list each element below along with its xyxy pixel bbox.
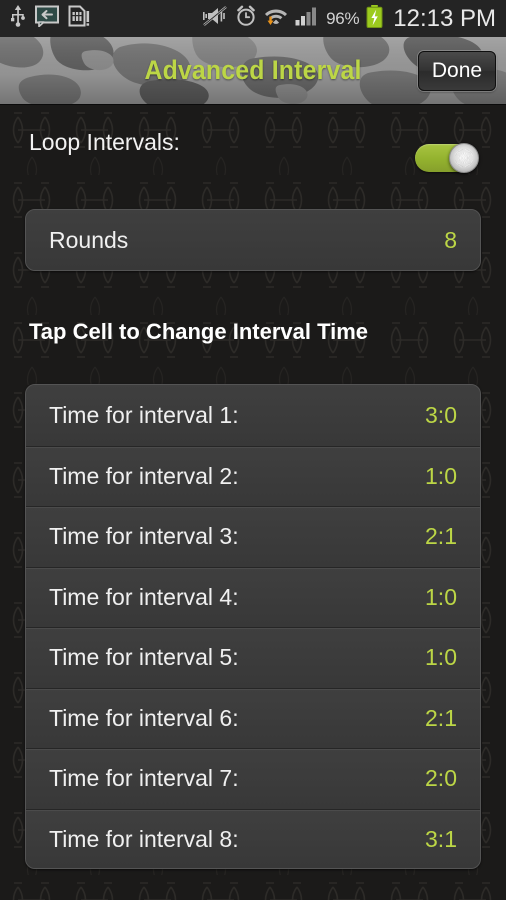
usb-icon [10,5,26,32]
battery-charging-icon [366,4,383,33]
rounds-cell-group: Rounds 8 [25,209,481,271]
sim-card-icon [68,5,90,32]
interval-value: 2:1 [425,704,457,731]
interval-value: 2:0 [425,765,457,792]
status-bar: 96% 12:13 PM [0,0,506,37]
interval-label: Time for interval 6: [49,704,239,731]
signal-bars-icon [295,5,319,32]
interval-row-3[interactable]: Time for interval 3: 2:1 [26,506,480,567]
interval-value: 1:0 [425,583,457,610]
interval-value: 2:1 [425,523,457,550]
status-bar-left-icons [10,5,90,32]
interval-label: Time for interval 3: [49,523,239,550]
mute-vibrate-off-icon [202,5,228,32]
rounds-label: Rounds [49,226,129,253]
interval-value: 1:0 [425,462,457,489]
interval-row-5[interactable]: Time for interval 5: 1:0 [26,627,480,688]
section-heading: Tap Cell to Change Interval Time [29,319,369,344]
interval-label: Time for interval 5: [49,644,239,671]
loop-intervals-row: Loop Intervals: [0,121,506,173]
rounds-value: 8 [444,226,457,253]
interval-row-1[interactable]: Time for interval 1: 3:0 [26,385,480,446]
interval-value: 3:1 [425,825,457,852]
interval-label: Time for interval 8: [49,825,239,852]
status-bar-clock: 12:13 PM [393,4,496,32]
loop-intervals-label: Loop Intervals: [29,129,180,155]
interval-label: Time for interval 4: [49,583,239,610]
done-button[interactable]: Done [418,51,496,91]
interval-value: 3:0 [425,401,457,428]
interval-label: Time for interval 1: [49,401,239,428]
main-content: Loop Intervals: Rounds 8 Tap Cell to Cha… [0,105,506,900]
loop-intervals-toggle[interactable] [415,143,479,173]
toggle-knob [449,143,479,173]
interval-value: 1:0 [425,644,457,671]
page-title: Advanced Interval [144,55,362,85]
rounds-cell[interactable]: Rounds 8 [26,210,480,270]
status-bar-right-icons: 96% 12:13 PM [202,4,498,33]
interval-label: Time for interval 7: [49,765,239,792]
interval-row-8[interactable]: Time for interval 8: 3:1 [26,808,480,868]
sms-reply-icon [35,5,59,32]
battery-percent-label: 96% [326,8,360,28]
interval-row-6[interactable]: Time for interval 6: 2:1 [26,687,480,748]
wifi-download-icon [264,5,288,32]
interval-row-7[interactable]: Time for interval 7: 2:0 [26,748,480,809]
interval-row-2[interactable]: Time for interval 2: 1:0 [26,445,480,506]
interval-list: Time for interval 1: 3:0 Time for interv… [25,384,481,869]
interval-label: Time for interval 2: [49,462,239,489]
alarm-clock-icon [235,5,257,32]
interval-row-4[interactable]: Time for interval 4: 1:0 [26,566,480,627]
title-bar: Advanced Interval Done [0,37,506,105]
